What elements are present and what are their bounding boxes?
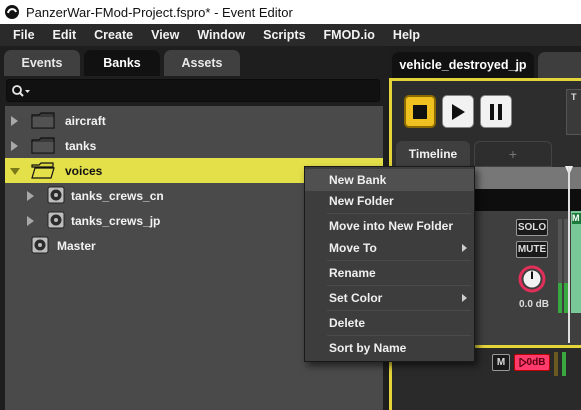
menu-separator: [327, 335, 471, 336]
side-panel-toggle[interactable]: T: [566, 89, 581, 135]
stop-button[interactable]: [404, 95, 436, 128]
master-mute-button[interactable]: M: [492, 354, 510, 371]
master-volume-button[interactable]: 0dB: [514, 354, 550, 371]
master-meter-right: [562, 352, 566, 376]
tab-timeline[interactable]: Timeline: [396, 141, 470, 167]
menu-create[interactable]: Create: [85, 28, 142, 42]
expand-arrow-icon[interactable]: [11, 141, 18, 151]
play-button[interactable]: [442, 95, 474, 128]
transport-controls: [398, 91, 581, 135]
search-input[interactable]: [6, 79, 380, 102]
menu-view[interactable]: View: [142, 28, 188, 42]
submenu-arrow-icon: [462, 294, 467, 302]
master-volume-label: 0dB: [526, 357, 546, 368]
menu-separator: [327, 213, 471, 214]
level-meter-left: [558, 219, 562, 313]
pause-icon: [490, 103, 502, 120]
menu-item-move-to[interactable]: Move To: [305, 237, 474, 259]
pause-button[interactable]: [480, 95, 512, 128]
audio-region[interactable]: M: [571, 211, 581, 313]
mute-button[interactable]: MUTE: [516, 241, 548, 258]
fmod-app-icon: [5, 5, 19, 19]
playhead[interactable]: [568, 167, 570, 343]
timeline-tabs: Timeline +: [396, 141, 581, 167]
menu-item-rename[interactable]: Rename: [305, 262, 474, 284]
volume-value: 0.0 dB: [518, 299, 549, 310]
add-event-tab-button[interactable]: [538, 52, 581, 78]
menu-window[interactable]: Window: [188, 28, 254, 42]
menu-item-move-into-new-folder[interactable]: Move into New Folder: [305, 215, 474, 237]
menu-item-label: Set Color: [329, 291, 383, 305]
collapse-arrow-icon[interactable]: [10, 168, 20, 175]
menu-edit[interactable]: Edit: [44, 28, 86, 42]
tree-item-aircraft[interactable]: aircraft: [5, 108, 383, 133]
folder-icon: [31, 137, 55, 154]
tab-event-vehicle-destroyed-jp[interactable]: vehicle_destroyed_jp: [392, 52, 534, 78]
expand-arrow-icon[interactable]: [27, 216, 34, 226]
play-small-icon: [518, 358, 527, 367]
search-icon[interactable]: [11, 84, 31, 98]
expand-arrow-icon[interactable]: [27, 191, 34, 201]
tab-events[interactable]: Events: [4, 50, 80, 76]
submenu-arrow-icon: [462, 244, 467, 252]
tree-label: tanks: [65, 138, 97, 153]
menu-item-label: Move To: [329, 241, 377, 255]
menu-item-set-color[interactable]: Set Color: [305, 287, 474, 309]
tab-assets[interactable]: Assets: [164, 50, 240, 76]
window-titlebar: PanzerWar-FMod-Project.fspro* - Event Ed…: [0, 0, 581, 24]
menu-separator: [327, 285, 471, 286]
bank-icon: [47, 211, 65, 229]
stop-icon: [413, 104, 427, 119]
tree-label: aircraft: [65, 113, 106, 128]
master-meter-left: [554, 352, 558, 376]
tree-item-tanks[interactable]: tanks: [5, 133, 383, 158]
context-menu: New Bank New Folder Move into New Folder…: [304, 166, 475, 362]
window-title: PanzerWar-FMod-Project.fspro* - Event Ed…: [26, 4, 293, 20]
menu-item-new-folder[interactable]: New Folder: [305, 190, 474, 212]
menu-fmod-io[interactable]: FMOD.io: [315, 28, 384, 42]
menu-separator: [327, 310, 471, 311]
tree-label: tanks_crews_jp: [71, 213, 161, 228]
menu-scripts[interactable]: Scripts: [254, 28, 314, 42]
play-icon: [452, 103, 465, 120]
expand-arrow-icon[interactable]: [11, 116, 18, 126]
bank-icon: [47, 186, 65, 204]
volume-knob[interactable]: [518, 265, 546, 293]
menu-item-delete[interactable]: Delete: [305, 312, 474, 334]
tab-banks[interactable]: Banks: [84, 50, 160, 76]
open-folder-icon: [31, 162, 55, 179]
browser-tabs: Events Banks Assets: [0, 50, 388, 76]
menu-bar: File Edit Create View Window Scripts FMO…: [0, 24, 581, 46]
menu-help[interactable]: Help: [384, 28, 429, 42]
menu-separator: [327, 260, 471, 261]
folder-icon: [31, 112, 55, 129]
add-parameter-tab-button[interactable]: +: [474, 141, 552, 167]
bank-icon: [31, 236, 49, 254]
tree-label: tanks_crews_cn: [71, 188, 164, 203]
region-label: M: [572, 213, 581, 224]
tree-label: Master: [57, 238, 96, 253]
tree-label: voices: [65, 163, 103, 178]
menu-item-sort-by-name[interactable]: Sort by Name: [305, 337, 474, 359]
solo-button[interactable]: SOLO: [516, 219, 548, 236]
menu-file[interactable]: File: [4, 28, 44, 42]
menu-item-new-bank[interactable]: New Bank: [305, 169, 474, 191]
